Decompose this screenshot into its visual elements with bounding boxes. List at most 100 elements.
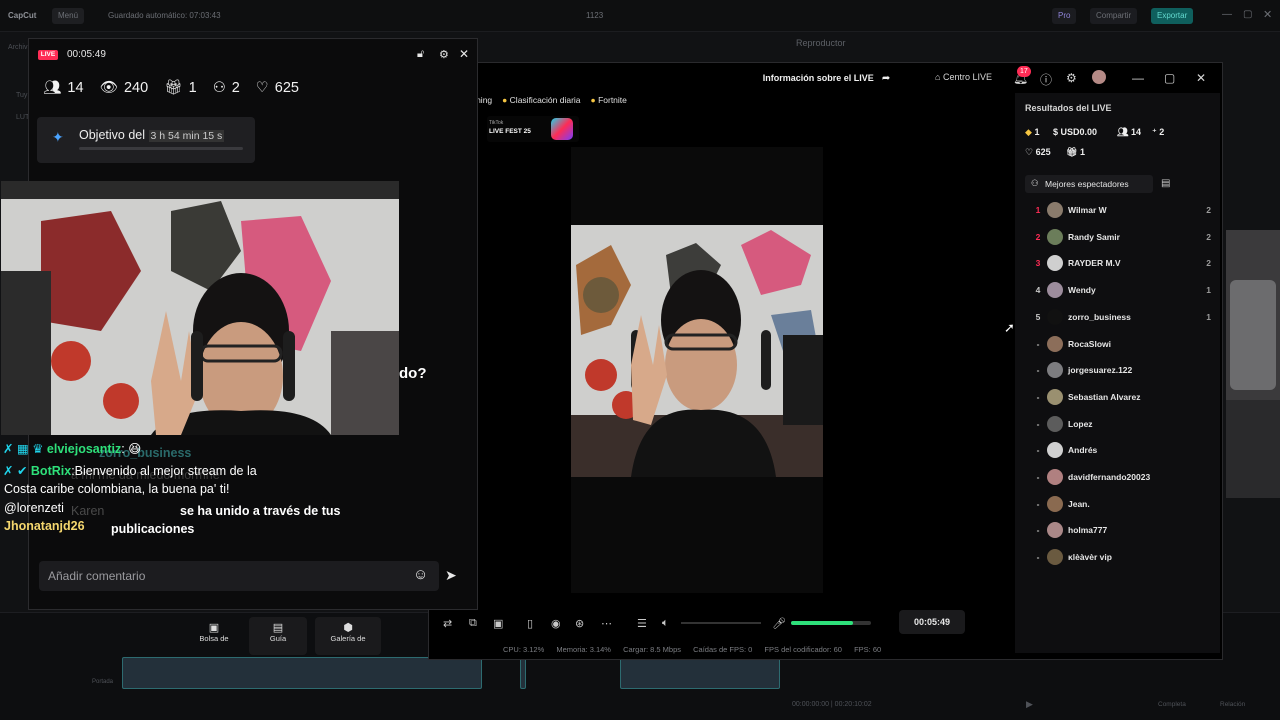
mini-label: Bolsa de: [199, 634, 229, 643]
left-item-tuy[interactable]: Tuy: [16, 92, 27, 99]
comment-mention[interactable]: @lorenzeti: [4, 501, 64, 515]
comment-user[interactable]: elviejosantiz: [47, 442, 121, 456]
viewer-row[interactable]: 5 zorro_business 1: [1025, 308, 1211, 326]
layout-icon[interactable]: ⧉: [469, 617, 477, 630]
editor-topbar: CapCut Menú Guardado automático: 07:03:4…: [0, 0, 1280, 32]
comment-input[interactable]: Añadir comentario: [39, 561, 439, 591]
viewer-row[interactable]: 4 Wendy 1: [1025, 281, 1211, 299]
tag-label: Fortnite: [598, 95, 627, 105]
viewer-row[interactable]: 2 Randy Samir 2: [1025, 228, 1211, 246]
help-icon[interactable]: ⓘ: [1040, 71, 1052, 88]
viewer-row[interactable]: - Lopez: [1025, 415, 1211, 433]
viewer-row[interactable]: - holma777: [1025, 521, 1211, 539]
add-user-icon: ⚇: [212, 79, 226, 96]
project-title: 1123: [586, 11, 604, 20]
ghost-comment: Karen: [71, 504, 105, 518]
viewer-name: ĸlèàvèr vip: [1068, 552, 1112, 563]
close-icon[interactable]: ✕: [1263, 8, 1272, 21]
app-logo: CapCut: [8, 11, 37, 20]
sliders-icon[interactable]: ☰: [637, 617, 647, 630]
tag-fortnite[interactable]: ● Fortnite: [591, 95, 627, 109]
stream-tags: aming ● Clasificación diaria ● Fortnite: [469, 95, 627, 109]
notification-badge: 17: [1017, 66, 1031, 77]
comment-user[interactable]: BotRix: [31, 464, 71, 478]
viewer-row[interactable]: - Andrés: [1025, 441, 1211, 459]
followers-stat: ⁺ 2: [1152, 127, 1164, 138]
viewer-name: Wendy: [1068, 285, 1096, 296]
viewer-row[interactable]: - davidfernando20023: [1025, 468, 1211, 486]
maximize-icon[interactable]: ▢: [1164, 71, 1175, 85]
avatar: [1047, 469, 1063, 485]
minimize-icon[interactable]: —: [1132, 71, 1144, 85]
live-timer: 00:05:49: [899, 610, 965, 634]
tab-top-viewers[interactable]: ⚇ Mejores espectadores: [1025, 175, 1153, 193]
viewer-row[interactable]: 1 Wilmar W 2: [1025, 201, 1211, 219]
stream-goal-card[interactable]: ✦ Objetivo del 3 h 54 min 15 s: [37, 117, 255, 163]
settings-icon[interactable]: ⚙: [439, 48, 449, 61]
comment-line: Costa caribe colombiana, la buena pa' ti…: [4, 482, 230, 496]
viewer-rank: -: [1036, 391, 1040, 402]
gifts-stat: 🎁︎ 1: [1066, 147, 1085, 158]
speaker-icon[interactable]: 🔈︎: [662, 617, 669, 630]
play-icon[interactable]: ▶: [1026, 699, 1033, 710]
menu-button[interactable]: Menú: [52, 8, 85, 24]
export-button[interactable]: Exportar: [1151, 8, 1194, 24]
heart-icon: ♡: [1025, 147, 1034, 157]
share-icon[interactable]: ➦: [882, 73, 890, 84]
avatar: [1047, 335, 1063, 352]
send-icon[interactable]: ➤: [445, 567, 457, 584]
record-icon[interactable]: ◉: [551, 617, 561, 630]
viewer-rank: -: [1036, 498, 1040, 509]
usd-value: USD0.00: [1060, 127, 1098, 137]
speaker-volume-slider[interactable]: [681, 622, 761, 624]
viewer-row[interactable]: - Sebastian Alvarez: [1025, 388, 1211, 406]
avatar[interactable]: [1092, 70, 1106, 84]
live-fest-banner[interactable]: TikTok LIVE FEST 25: [487, 116, 579, 142]
crop-icon[interactable]: ▣: [493, 617, 503, 630]
left-item-archive[interactable]: Archiv: [8, 44, 27, 51]
timeline-clip[interactable]: [620, 657, 780, 689]
minimize-icon[interactable]: —: [1222, 9, 1232, 20]
emoji-icon[interactable]: ☺: [413, 566, 428, 583]
viewer-row[interactable]: - ĸlèàvèr vip: [1025, 548, 1211, 566]
list-view-icon[interactable]: ▤: [1161, 178, 1170, 189]
maximize-icon[interactable]: ▢: [1243, 9, 1252, 20]
settings-icon[interactable]: ⚙: [1066, 71, 1077, 85]
microphone-icon[interactable]: 🎤︎: [772, 617, 786, 630]
live-chat-window: LIVE 00:05:49 🔓︎ ⚙ ✕ 👥︎ 14 👁︎ 240 🎁︎ 1 ⚇ 2 ♡…: [1, 38, 478, 610]
close-icon[interactable]: ✕: [1196, 71, 1206, 85]
gallery-button[interactable]: ⬢ Galería de: [315, 617, 381, 655]
viewer-row[interactable]: 3 RAYDER M.V 2: [1025, 254, 1211, 272]
camera-switch-icon[interactable]: ⊛: [575, 617, 584, 630]
more-icon[interactable]: ⋯: [601, 617, 612, 630]
flame-icon: ●: [502, 95, 508, 105]
centro-live-button[interactable]: ⌂ Centro LIVE: [935, 72, 992, 82]
gift-icon: 🎁︎: [1066, 147, 1078, 157]
timeline-time: 00:00:00:00 | 00:20:10:02: [792, 701, 872, 708]
viewer-row[interactable]: - jorgesuarez.122: [1025, 361, 1211, 379]
ratio-button[interactable]: Relación: [1220, 701, 1245, 708]
phone-icon[interactable]: ▯: [527, 617, 533, 630]
viewer-rank: -: [1036, 365, 1040, 376]
camera-overlay: [1, 181, 399, 435]
pro-button[interactable]: Pro: [1052, 8, 1077, 24]
mic-volume-slider[interactable]: [791, 621, 871, 625]
lock-icon[interactable]: 🔓︎: [417, 48, 424, 61]
cover-label[interactable]: Portada: [92, 679, 113, 685]
avatar: [1047, 495, 1063, 512]
viewer-row[interactable]: - Jean.: [1025, 495, 1211, 513]
comment-user[interactable]: Jhonatanjd26: [4, 519, 85, 533]
full-view-button[interactable]: Completa: [1158, 701, 1186, 708]
viewer-rank: -: [1036, 525, 1040, 536]
guide-button[interactable]: ▤ Guía: [249, 617, 307, 655]
gift-bag-button[interactable]: ▣ Bolsa de: [185, 617, 243, 655]
viewer-row[interactable]: - RocaSlowi: [1025, 335, 1211, 353]
viewer-name: jorgesuarez.122: [1068, 365, 1133, 376]
share-button[interactable]: Compartir: [1090, 8, 1138, 24]
avatar: [1047, 282, 1063, 299]
timeline-clip[interactable]: [520, 657, 526, 689]
tag-daily-ranking[interactable]: ● Clasificación diaria: [502, 95, 580, 109]
close-icon[interactable]: ✕: [459, 47, 469, 61]
effects-icon[interactable]: ⇄: [443, 617, 452, 630]
timeline-clip[interactable]: [122, 657, 482, 689]
